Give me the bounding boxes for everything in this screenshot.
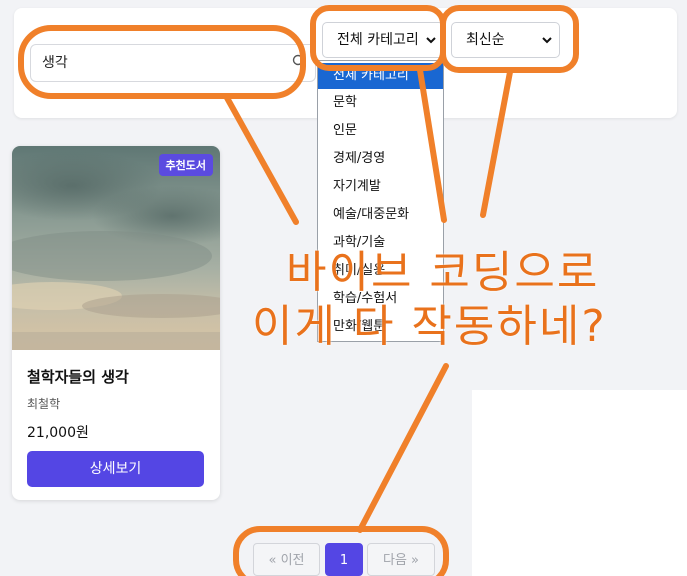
- recommended-badge: 추천도서: [158, 154, 213, 176]
- category-select[interactable]: 전체 카테고리: [322, 22, 444, 58]
- dropdown-option[interactable]: 문학: [318, 89, 443, 117]
- book-card: 추천도서 철학자들의 생각 최철학 21,000원 상세보기: [12, 146, 220, 500]
- blank-area: [472, 390, 687, 576]
- dropdown-option[interactable]: 전체 카테고리: [318, 63, 443, 89]
- category-select-value: 전체 카테고리: [337, 32, 419, 48]
- search-icon[interactable]: [292, 54, 306, 68]
- book-price: 21,000원: [27, 425, 89, 441]
- sort-select-value: 최신순: [466, 32, 505, 48]
- dropdown-option[interactable]: 예술/대중문화: [318, 201, 443, 229]
- book-cover-image: [12, 146, 220, 350]
- annotation-pointer-pagination: [357, 363, 449, 533]
- dropdown-option[interactable]: 자기계발: [318, 173, 443, 201]
- prev-page-button[interactable]: « 이전: [253, 543, 320, 576]
- chevron-down-icon: [426, 37, 436, 44]
- chevron-down-icon: [542, 37, 552, 44]
- overlay-caption-line2: 이게 다 작동하네?: [252, 301, 607, 352]
- dropdown-option[interactable]: 경제/경영: [318, 145, 443, 173]
- search-input[interactable]: 생각: [30, 44, 316, 82]
- book-title: 철학자들의 생각: [27, 368, 129, 386]
- sort-select[interactable]: 최신순: [451, 22, 560, 58]
- page-number-button[interactable]: 1: [325, 543, 363, 576]
- next-page-button[interactable]: 다음 »: [367, 543, 435, 576]
- book-author: 최철학: [27, 397, 61, 411]
- view-details-button[interactable]: 상세보기: [27, 451, 204, 487]
- dropdown-option[interactable]: 인문: [318, 117, 443, 145]
